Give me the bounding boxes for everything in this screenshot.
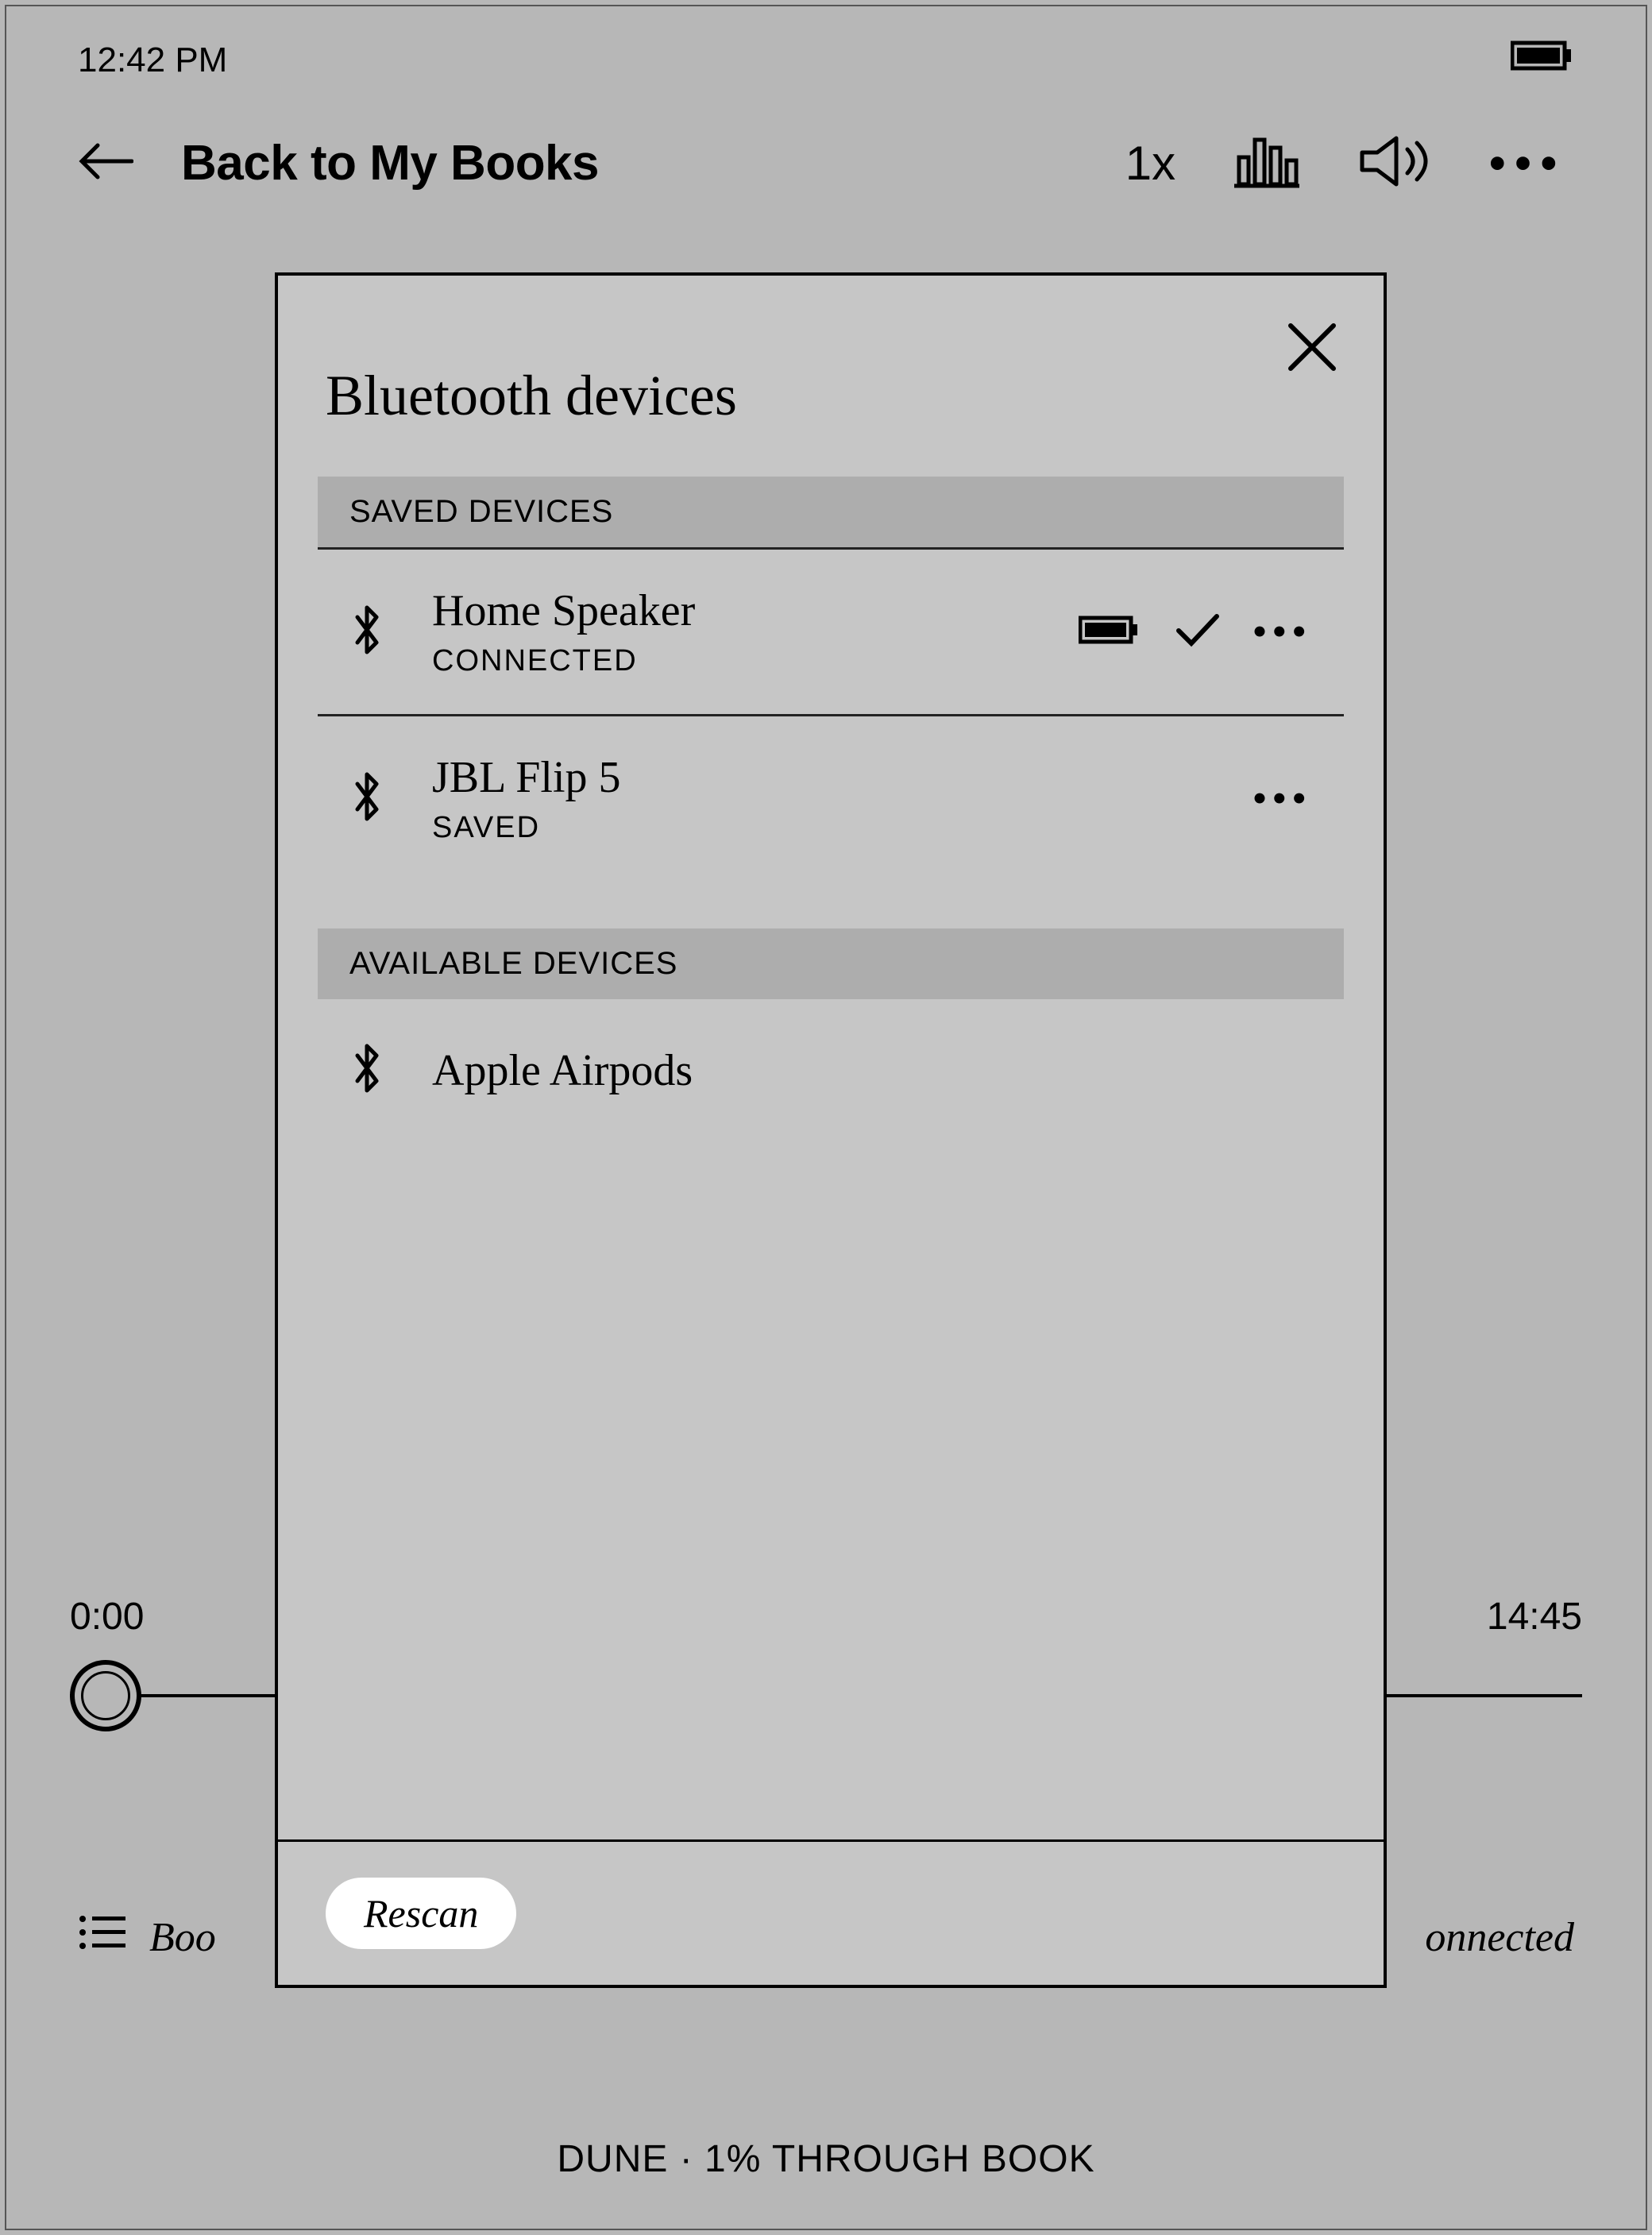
progress-thumb[interactable] (70, 1660, 141, 1731)
device-row-airpods[interactable]: Apple Airpods (318, 999, 1344, 1141)
playback-speed[interactable]: 1x (1125, 136, 1175, 191)
device-status: CONNECTED (432, 644, 1079, 678)
chapter-label-right: onnected (1425, 1914, 1574, 1961)
saved-devices-header: SAVED DEVICES (318, 477, 1344, 550)
bluetooth-icon (349, 771, 384, 826)
more-icon[interactable]: ••• (1489, 137, 1574, 190)
speaker-icon[interactable] (1358, 133, 1434, 193)
bluetooth-modal: Bluetooth devices SAVED DEVICES Home Spe… (275, 272, 1387, 1988)
bluetooth-icon (349, 1043, 384, 1098)
time-elapsed: 0:00 (70, 1595, 144, 1639)
chapter-label-left: Boo (149, 1914, 216, 1961)
bluetooth-icon (349, 604, 384, 659)
device-more-icon[interactable]: ••• (1253, 610, 1312, 654)
chapter-list-icon[interactable] (78, 1913, 149, 1963)
modal-footer: Rescan (278, 1839, 1384, 1985)
modal-title: Bluetooth devices (326, 363, 1336, 429)
available-devices-header: AVAILABLE DEVICES (318, 928, 1344, 999)
device-row-home-speaker[interactable]: Home Speaker CONNECTED ••• (318, 550, 1344, 716)
clock: 12:42 PM (78, 41, 227, 80)
device-battery-icon (1079, 613, 1142, 650)
battery-icon (1511, 38, 1574, 82)
device-more-icon[interactable]: ••• (1253, 777, 1312, 820)
time-remaining: 14:45 (1487, 1595, 1582, 1639)
device-name: JBL Flip 5 (432, 752, 1253, 803)
device-name: Home Speaker (432, 585, 1079, 636)
rescan-button[interactable]: Rescan (326, 1878, 516, 1949)
close-icon[interactable] (1284, 319, 1340, 379)
book-progress-footer: DUNE · 1% THROUGH BOOK (6, 2137, 1646, 2181)
player-header: Back to My Books 1x ••• (78, 133, 1574, 193)
status-bar: 12:42 PM (78, 38, 1574, 82)
back-arrow-icon[interactable] (78, 141, 133, 185)
device-status: SAVED (432, 811, 1253, 845)
device-row-jbl[interactable]: JBL Flip 5 SAVED ••• (318, 716, 1344, 881)
device-name: Apple Airpods (432, 1045, 1312, 1096)
back-title[interactable]: Back to My Books (181, 135, 599, 191)
equalizer-icon[interactable] (1231, 133, 1303, 193)
check-icon (1174, 610, 1222, 654)
